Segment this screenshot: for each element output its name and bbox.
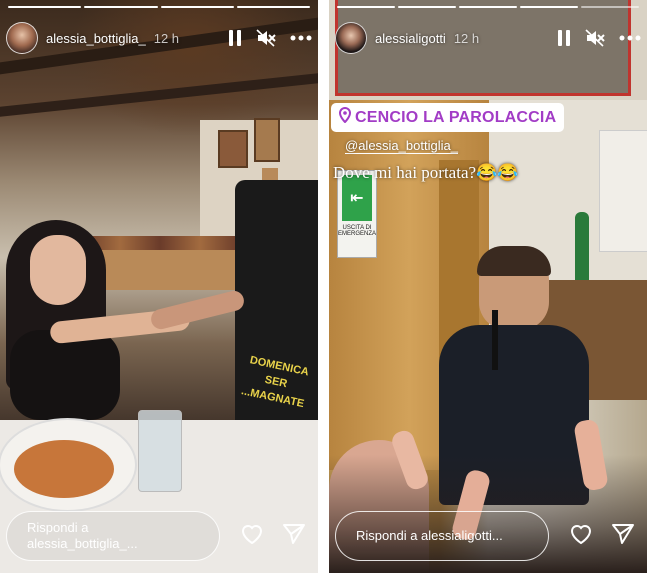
progress-segment [459,6,517,8]
story-caption: Dove mi hai portata?😂😂 [333,163,519,182]
more-icon[interactable] [290,35,312,41]
story-footer: Rispondi a alessia_bottiglia_... [6,509,312,563]
mute-icon[interactable] [256,29,276,47]
story-header: alessialigotti 12 h [335,20,641,56]
avatar[interactable] [335,22,367,54]
progress-segment [8,6,82,8]
heart-icon[interactable] [240,523,264,550]
avatar[interactable] [6,22,38,54]
story-progress-bar [337,6,639,8]
username[interactable]: alessialigotti [375,31,446,46]
pause-icon[interactable] [228,29,242,47]
location-sticker[interactable]: CENCIO LA PAROLACCIA [331,103,565,132]
send-icon[interactable] [611,523,635,550]
story-progress-bar [8,6,310,8]
emergency-exit-sign: ⇤ USCITA DI EMERGENZA [337,170,377,258]
mention-tag[interactable]: @alessia_bottiglia_ [345,138,458,154]
story-header: alessia_bottiglia_ 12 h [6,20,312,56]
heart-icon[interactable] [569,523,593,550]
send-icon[interactable] [282,523,306,550]
mute-icon[interactable] [585,29,605,47]
story-photo-singer [329,0,647,573]
progress-segment [84,6,158,8]
reply-input[interactable]: Rispondi a alessialigotti... [335,511,549,561]
story-footer: Rispondi a alessialigotti... [335,509,641,563]
story-photo-restaurant [0,0,318,573]
progress-segment [520,6,578,8]
progress-segment [337,6,395,8]
pause-icon[interactable] [557,29,571,47]
progress-segment [160,6,234,8]
location-label: CENCIO LA PAROLACCIA [355,108,557,126]
story-right[interactable]: ⇤ USCITA DI EMERGENZA alessialigotti 12 … [329,0,647,573]
post-time: 12 h [153,30,180,46]
post-time: 12 h [453,30,480,46]
reply-input[interactable]: Rispondi a alessia_bottiglia_... [6,511,220,561]
username[interactable]: alessia_bottiglia_ [46,31,146,46]
more-icon[interactable] [619,35,641,41]
location-pin-icon [338,106,352,128]
story-left[interactable]: DOMENICA SER ...MAGNATE alessia_bottigli… [0,0,318,573]
progress-segment [398,6,456,8]
progress-segment [581,6,639,8]
progress-segment [236,6,310,8]
